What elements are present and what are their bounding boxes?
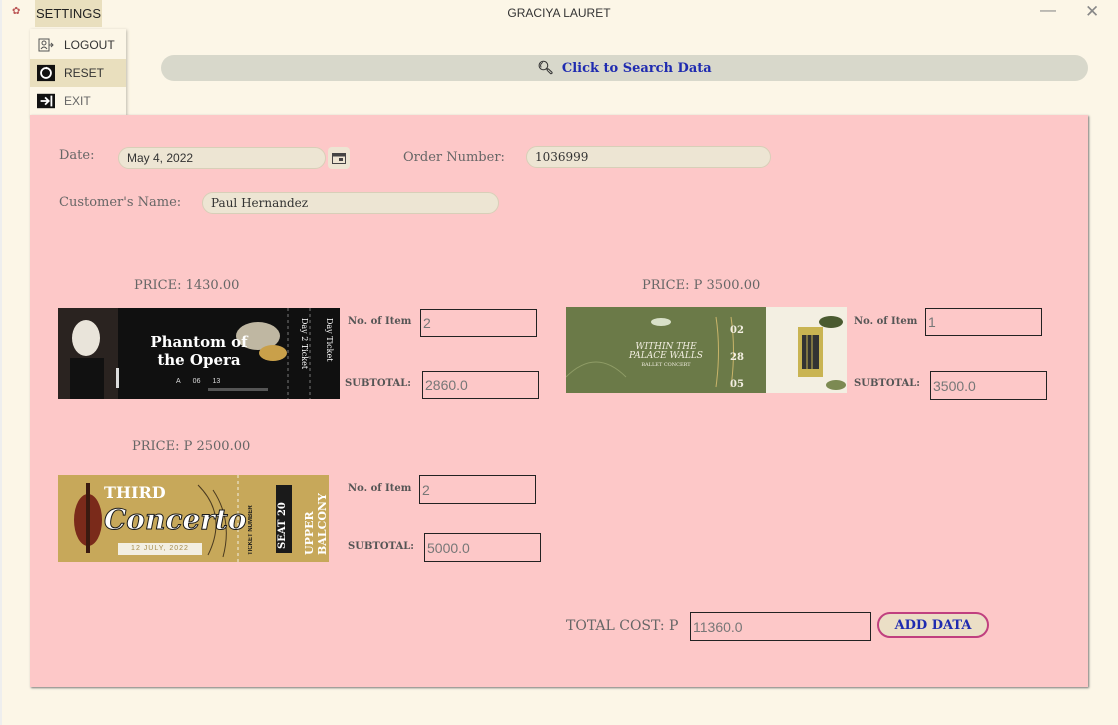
item2-price: PRICE: P 3500.00 (642, 278, 761, 293)
item3-qty-input[interactable]: 2 (419, 475, 536, 504)
menu-item-label: RESET (64, 66, 105, 80)
ticket-stub-text: Day Ticket (325, 318, 334, 362)
item2-qty-input[interactable]: 1 (925, 308, 1042, 336)
ticket-stub-text: TICKET NUMBER (248, 505, 254, 555)
item3-subtotal-label: SUBTOTAL: (348, 541, 414, 552)
item3-subtotal-field: 5000.0 (424, 533, 541, 562)
search-icon: 🔍︎ (537, 60, 554, 76)
item1-subtotal-label: SUBTOTAL: (345, 378, 411, 389)
menu-item-label: EXIT (64, 94, 91, 108)
item2-qty-label: No. of Item (854, 316, 918, 327)
total-cost-field: 11360.0 (690, 612, 871, 641)
search-label: Click to Search Data (561, 60, 712, 76)
menu-item-exit[interactable]: EXIT (30, 87, 126, 115)
ticket-section: UPPER BALCONY (303, 493, 329, 555)
customer-name-label: Customer's Name: (59, 195, 182, 210)
item2-subtotal-field: 3500.0 (930, 371, 1047, 400)
order-number-field[interactable]: 1036999 (526, 146, 771, 168)
add-data-button[interactable]: ADD DATA (877, 612, 989, 638)
item3-qty-label: No. of Item (348, 483, 412, 494)
item1-price: PRICE: 1430.00 (134, 278, 240, 293)
menu-item-logout[interactable]: LOGOUT (30, 31, 126, 59)
item1-subtotal-field: 2860.0 (422, 371, 539, 399)
item1-qty-input[interactable]: 2 (420, 309, 537, 337)
ballet-ticket-image: WITHIN THE PALACE WALLS BALLET CONCERT 0… (566, 307, 847, 393)
exit-icon (37, 93, 55, 109)
minimize-button[interactable]: — (1040, 2, 1056, 20)
phantom-ticket-image: Phantom of the Opera A 06 13 Day 2 Ticke… (58, 308, 340, 399)
ticket-number: 02 (730, 325, 744, 336)
order-form-panel (30, 115, 1088, 687)
ticket-seat: SEAT 20 (277, 502, 288, 549)
ticket-info: A (176, 378, 181, 385)
ticket-title-line2: the Opera (157, 351, 241, 369)
calendar-icon[interactable] (328, 147, 350, 169)
window-edge (0, 0, 2, 725)
date-picker[interactable]: May 4, 2022 (118, 147, 326, 169)
ticket-date: 12 JULY, 2022 (118, 543, 202, 555)
ticket-number: 28 (730, 352, 744, 363)
ticket-info: 13 (212, 378, 221, 385)
user-switch-icon (37, 37, 55, 53)
menu-item-reset[interactable]: RESET (30, 59, 126, 87)
ticket-title-line1: Phantom of (150, 333, 248, 351)
settings-dropdown: LOGOUT RESET EXIT (30, 29, 126, 117)
ticket-stub-text: Day 2 Ticket (300, 318, 309, 370)
concerto-ticket-image: THIRD Concerto 12 JULY, 2022 TICKET NUMB… (58, 475, 329, 562)
date-label: Date: (59, 148, 95, 163)
ticket-title-line2: PALACE WALLS (629, 351, 703, 361)
ticket-number: 05 (730, 379, 744, 390)
ticket-title-line2: Concerto (104, 503, 248, 537)
customer-name-field[interactable]: Paul Hernandez (202, 192, 499, 214)
reset-icon (37, 64, 55, 82)
order-number-label: Order Number: (403, 150, 505, 165)
total-cost-label: TOTAL COST: P (566, 618, 679, 634)
item1-qty-label: No. of Item (348, 316, 412, 327)
ticket-subtitle: BALLET CONCERT (641, 362, 691, 368)
ticket-title-line1: THIRD (104, 483, 166, 502)
window-title: GRACIYA LAURET (507, 6, 611, 20)
close-button[interactable]: ✕ (1085, 2, 1099, 22)
item2-subtotal-label: SUBTOTAL: (854, 378, 920, 389)
menu-item-label: LOGOUT (64, 38, 115, 52)
item3-price: PRICE: P 2500.00 (132, 439, 251, 454)
ticket-info: 06 (192, 378, 201, 385)
search-button[interactable]: 🔍︎ Click to Search Data (161, 55, 1088, 81)
